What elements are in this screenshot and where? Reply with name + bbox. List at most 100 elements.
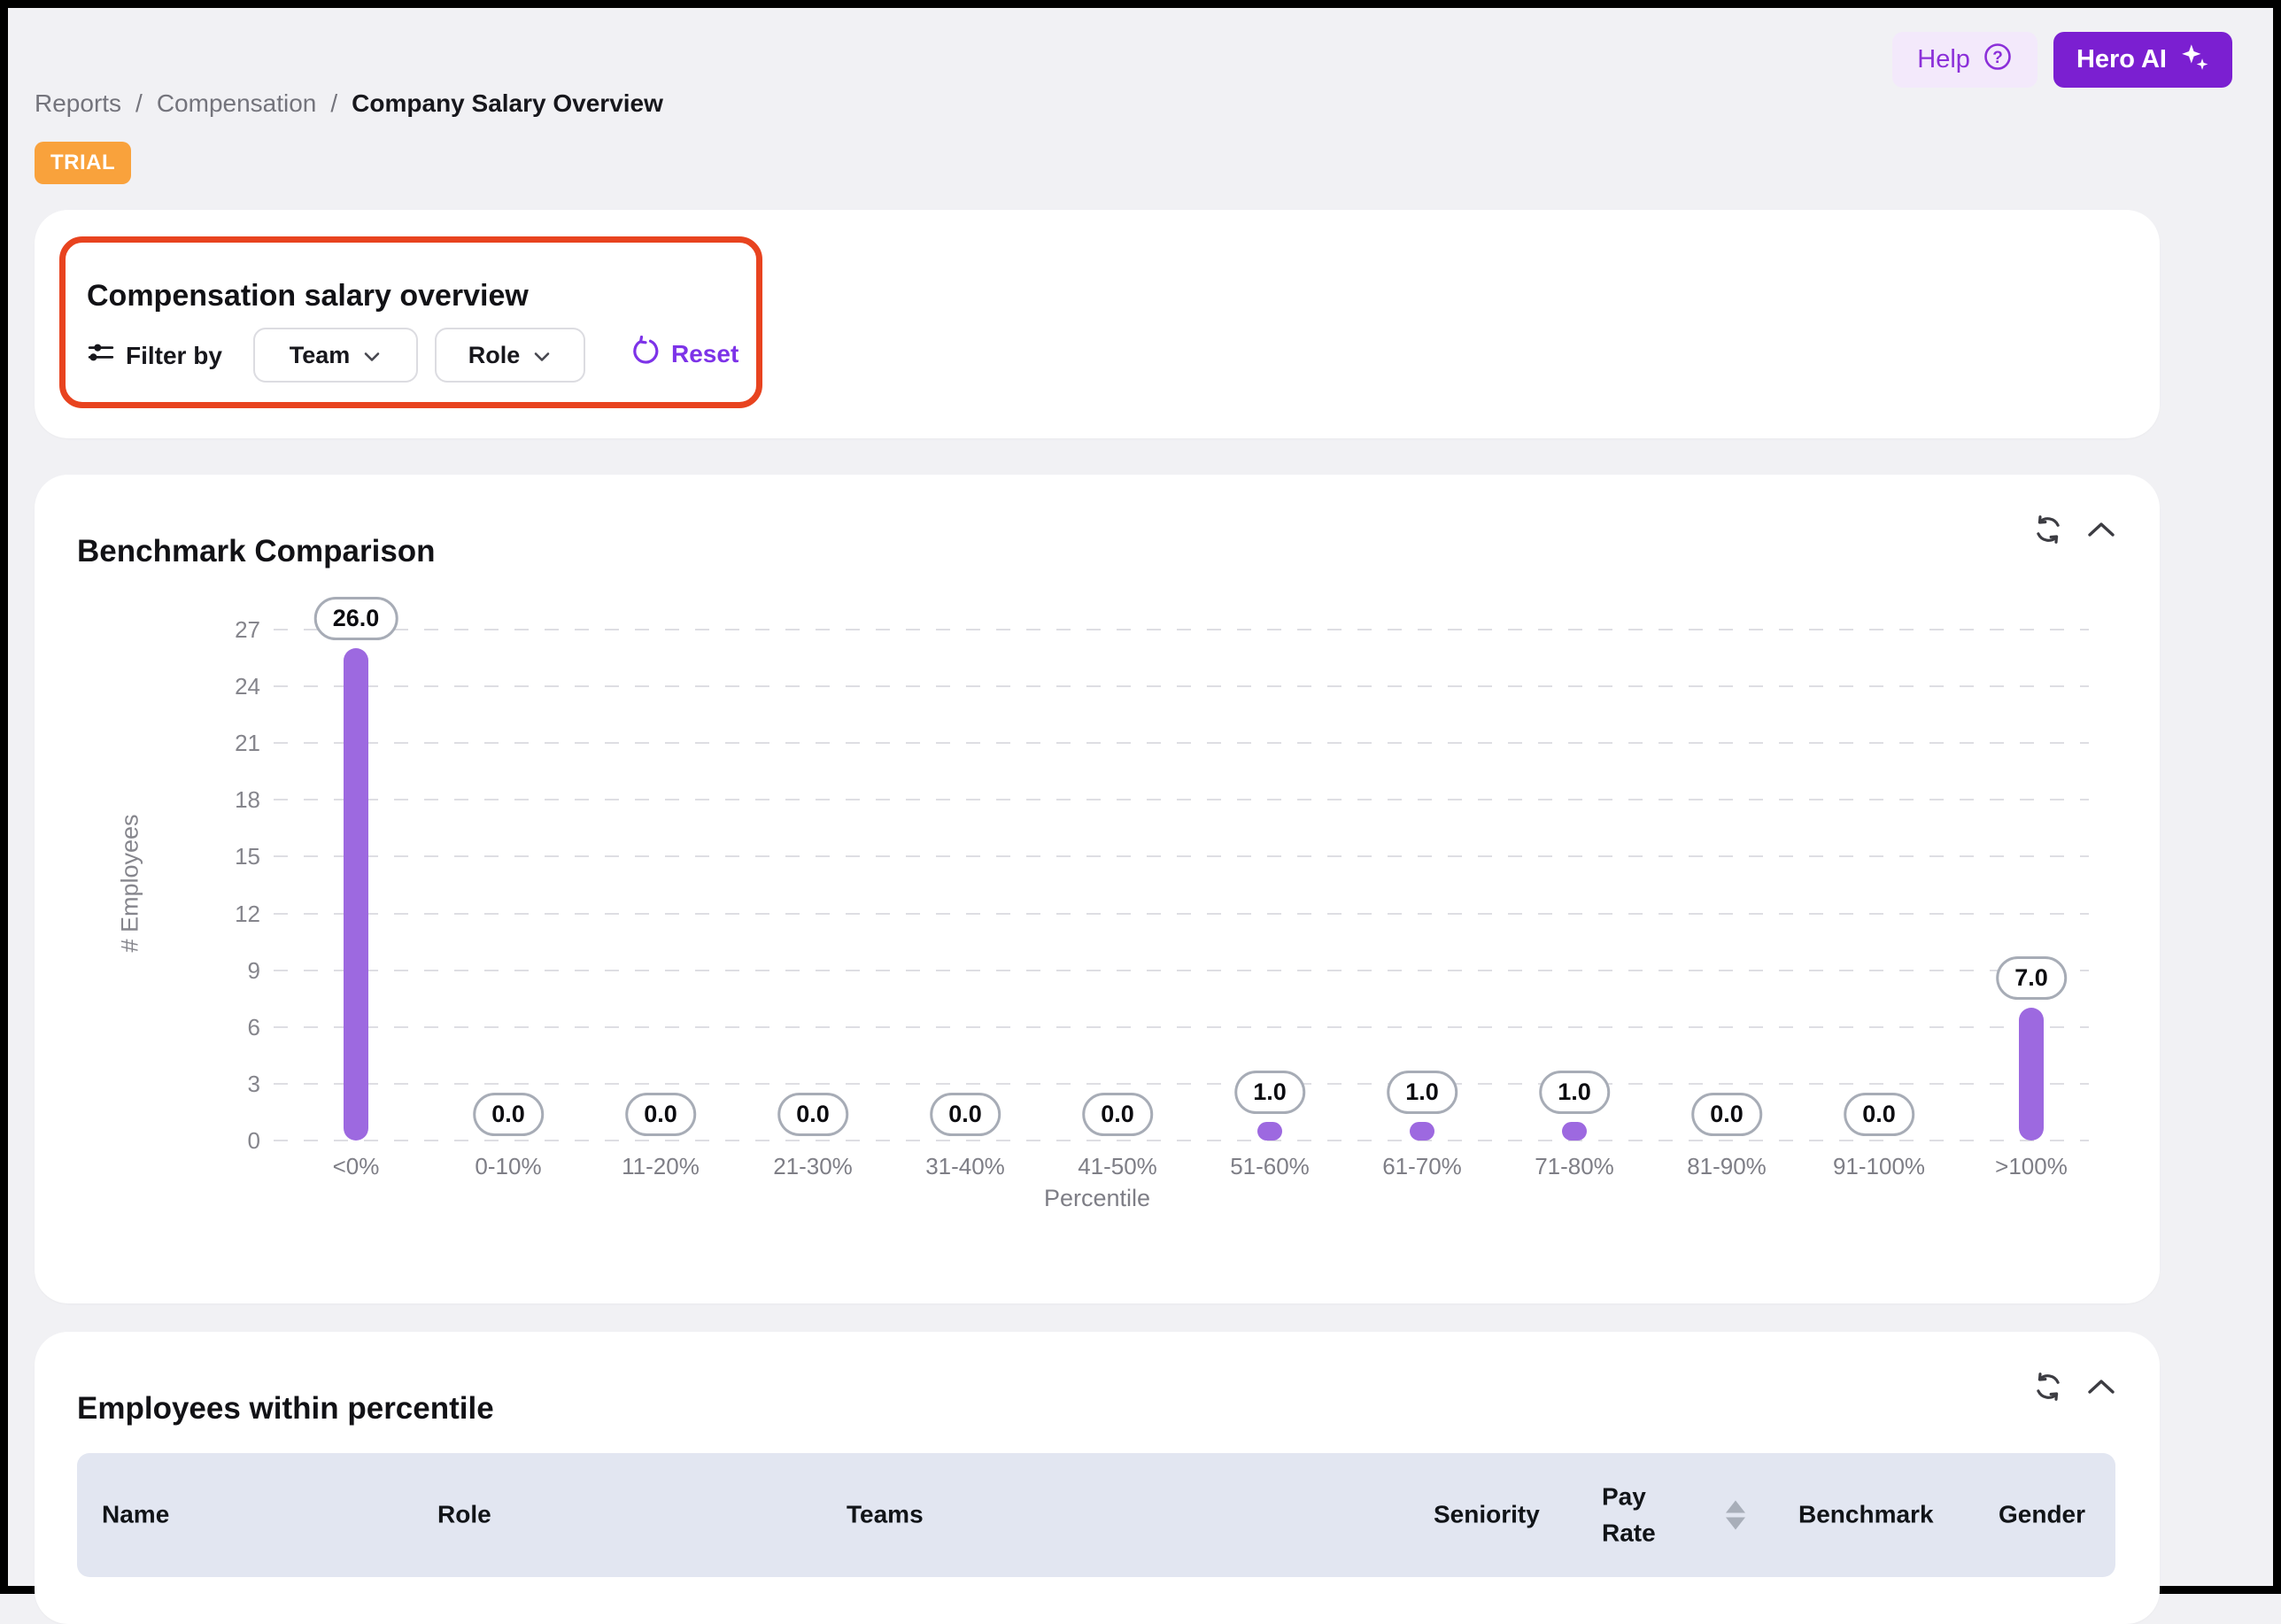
y-axis-title: # Employees (117, 769, 144, 999)
filter-by-text: Filter by (126, 342, 222, 370)
page-title: Compensation salary overview (87, 279, 529, 313)
bar-value-bubble: 26.0 (314, 597, 398, 640)
sort-ascending-triangle (1726, 1501, 1745, 1513)
bar-value-bubble: 1.0 (1387, 1071, 1458, 1114)
bar-value-bubble: 1.0 (1539, 1071, 1610, 1114)
y-gridline (274, 799, 2089, 800)
x-tick-label: >100% (1995, 1153, 2068, 1180)
chevron-down-icon (532, 342, 552, 369)
column-header-name: Name (102, 1497, 169, 1534)
collapse-chevron-icon[interactable] (2082, 1373, 2121, 1400)
bar-value-bubble: 0.0 (930, 1093, 1001, 1136)
x-tick-label: <0% (333, 1153, 380, 1180)
bar (1257, 1122, 1282, 1141)
y-gridline (274, 742, 2089, 744)
benchmark-bar-chart: 0 3 6 9 12 15 18 21 24 27 # Employees 26.0 <0% 0.0 0-1… (35, 475, 2160, 1303)
x-tick-label: 21-30% (773, 1153, 853, 1180)
breadcrumb-current-page: Company Salary Overview (352, 89, 663, 118)
bar-value-bubble: 0.0 (473, 1093, 544, 1136)
breadcrumb-compensation[interactable]: Compensation (157, 89, 317, 118)
sparkles-icon (2179, 42, 2209, 79)
y-gridline (274, 970, 2089, 971)
breadcrumb-separator: / (135, 89, 143, 118)
bar-value-bubble: 0.0 (1082, 1093, 1153, 1136)
y-tick-label: 6 (176, 1013, 260, 1041)
column-header-pay-rate[interactable]: Pay Rate (1602, 1479, 1701, 1551)
column-header-seniority: Seniority (1434, 1497, 1540, 1534)
y-gridline (274, 1026, 2089, 1028)
y-gridline (274, 1140, 2089, 1141)
x-tick-label: 71-80% (1535, 1153, 1614, 1180)
x-tick-label: 91-100% (1833, 1153, 1925, 1180)
column-header-role: Role (437, 1497, 491, 1534)
y-tick-label: 24 (176, 672, 260, 700)
y-gridline (274, 1083, 2089, 1085)
y-tick-label: 18 (176, 785, 260, 814)
y-gridline (274, 629, 2089, 630)
y-gridline (274, 685, 2089, 687)
employees-within-percentile-card: Employees within percentile Name Role Te… (35, 1332, 2160, 1624)
y-gridline (274, 913, 2089, 915)
employees-card-actions (2029, 1367, 2121, 1406)
bar (1410, 1122, 1434, 1141)
help-button-label: Help (1917, 45, 1970, 74)
y-tick-label: 12 (176, 900, 260, 928)
hero-ai-button-label: Hero AI (2076, 45, 2167, 74)
breadcrumb: Reports / Compensation / Company Salary … (35, 89, 663, 118)
x-tick-label: 0-10% (475, 1153, 541, 1180)
breadcrumb-separator: / (330, 89, 337, 118)
reset-filters-button[interactable]: Reset (625, 335, 744, 373)
x-axis-title: Percentile (35, 1185, 2160, 1212)
sort-descending-triangle (1726, 1518, 1745, 1530)
breadcrumb-reports[interactable]: Reports (35, 89, 121, 118)
bar-value-bubble: 0.0 (1691, 1093, 1762, 1136)
x-tick-label: 11-20% (622, 1153, 700, 1180)
top-right-actions: Help ? Hero AI (1892, 32, 2232, 88)
bar (344, 648, 368, 1141)
refresh-icon[interactable] (2029, 1367, 2068, 1406)
employees-card-title: Employees within percentile (77, 1391, 494, 1427)
y-tick-label: 0 (176, 1126, 260, 1155)
bar-value-bubble: 0.0 (625, 1093, 696, 1136)
bar-value-bubble: 1.0 (1234, 1071, 1305, 1114)
column-header-teams: Teams (847, 1497, 924, 1534)
pay-rate-sort-icon[interactable] (1726, 1501, 1745, 1530)
y-gridline (274, 855, 2089, 857)
y-tick-label: 21 (176, 729, 260, 757)
trial-badge: TRIAL (35, 142, 131, 184)
x-tick-label: 81-90% (1687, 1153, 1767, 1180)
help-button[interactable]: Help ? (1892, 32, 2037, 88)
chevron-down-icon (362, 342, 382, 369)
x-tick-label: 51-60% (1230, 1153, 1310, 1180)
team-dropdown-label: Team (290, 342, 351, 369)
reset-rotate-icon (630, 336, 661, 372)
x-tick-label: 31-40% (925, 1153, 1005, 1180)
compensation-dashboard: { "header": { "breadcrumb": ["Reports", … (0, 0, 2281, 1594)
x-tick-label: 41-50% (1078, 1153, 1157, 1180)
question-circle-icon: ? (1983, 42, 2013, 79)
bar-value-bubble: 7.0 (1996, 956, 2067, 1000)
bar (2019, 1008, 2044, 1141)
employees-table-header-row: Name Role Teams Seniority Pay Rate Bench… (77, 1453, 2115, 1577)
y-tick-label: 27 (176, 615, 260, 644)
bar-value-bubble: 0.0 (777, 1093, 848, 1136)
benchmark-comparison-card: Benchmark Comparison 0369121518212427# E… (35, 475, 2160, 1303)
role-dropdown-label: Role (468, 342, 521, 369)
y-tick-label: 3 (176, 1070, 260, 1098)
svg-text:?: ? (1992, 49, 2003, 67)
column-header-gender: Gender (1999, 1497, 2085, 1534)
bar (1562, 1122, 1587, 1141)
filter-card: Compensation salary overview Filter by T… (35, 210, 2160, 438)
column-header-benchmark: Benchmark (1798, 1497, 1934, 1534)
team-filter-dropdown[interactable]: Team (253, 328, 418, 383)
filter-by-label: Filter by (87, 338, 222, 373)
x-tick-label: 61-70% (1382, 1153, 1462, 1180)
bar-value-bubble: 0.0 (1844, 1093, 1914, 1136)
sliders-filter-icon (87, 338, 115, 373)
annotation-highlight-box: Compensation salary overview Filter by T… (59, 236, 762, 408)
y-tick-label: 15 (176, 842, 260, 870)
reset-label: Reset (671, 340, 738, 368)
role-filter-dropdown[interactable]: Role (435, 328, 585, 383)
y-tick-label: 9 (176, 956, 260, 985)
hero-ai-button[interactable]: Hero AI (2053, 32, 2232, 88)
